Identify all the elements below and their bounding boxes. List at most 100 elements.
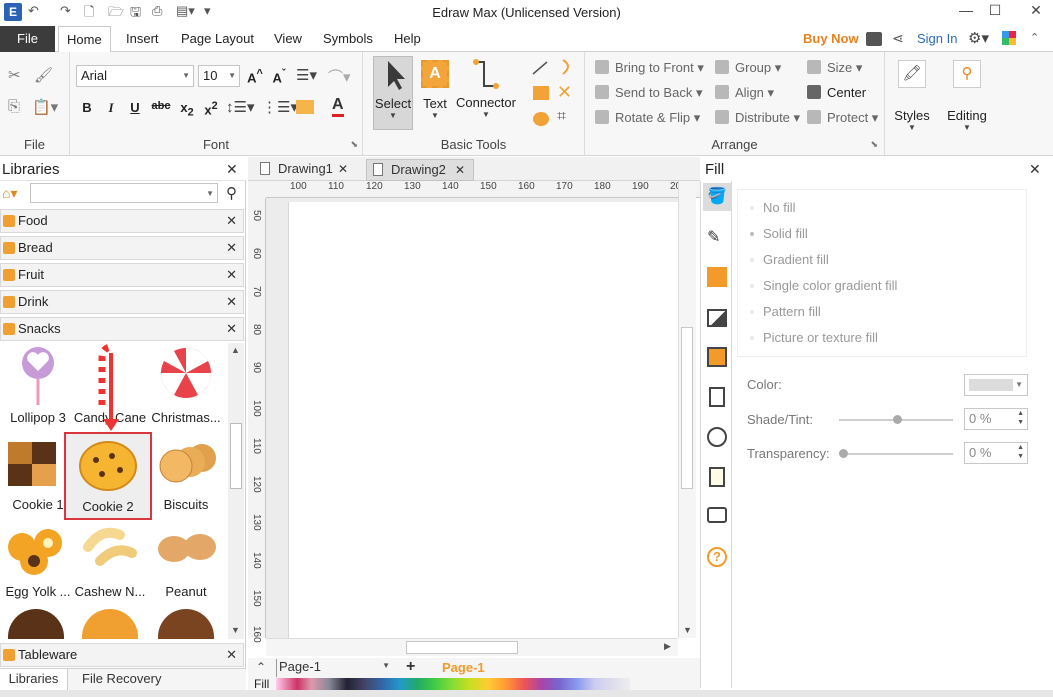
font-color-icon[interactable]: A: [332, 96, 344, 117]
tab-libraries[interactable]: Libraries: [0, 669, 68, 691]
copy-icon[interactable]: ⎘: [8, 98, 20, 115]
library-search-input[interactable]: ▼: [30, 183, 218, 203]
shape-hazelnut-partial[interactable]: [82, 609, 138, 639]
send-to-back-button[interactable]: Send to Back ▾: [595, 83, 702, 103]
shade-tint-input[interactable]: 0 % ▲ ▼: [964, 408, 1028, 430]
shape-truffle-partial[interactable]: [158, 609, 214, 639]
crop-tool-icon[interactable]: ⌗: [557, 108, 566, 126]
protect-button[interactable]: Protect ▾: [807, 108, 878, 128]
shape-cookie-2[interactable]: Cookie 2: [64, 432, 152, 520]
superscript-button[interactable]: x2: [200, 100, 222, 117]
font-size-select[interactable]: 10 ▼: [198, 65, 240, 87]
library-category-fruit[interactable]: Fruit ✕: [0, 263, 244, 287]
close-window-button[interactable]: ✕: [1019, 0, 1053, 22]
fill-tool-icon[interactable]: 🪣: [703, 183, 731, 211]
scroll-right-icon[interactable]: ▶: [664, 641, 671, 652]
tab-drawing1[interactable]: Drawing1 ✕: [254, 159, 358, 181]
tab-insert[interactable]: Insert: [118, 26, 167, 52]
ribbon-collapse-icon[interactable]: ⌃: [1030, 31, 1039, 44]
grow-font-icon[interactable]: A^: [244, 68, 266, 85]
connector-button[interactable]: Connector ▼: [455, 56, 517, 130]
subscript-button[interactable]: x2: [176, 100, 198, 119]
library-category-bread[interactable]: Bread ✕: [0, 236, 244, 260]
app-switch-icon[interactable]: [1002, 31, 1016, 45]
underline-button[interactable]: U: [124, 100, 146, 115]
scroll-thumb[interactable]: [230, 423, 242, 489]
tab-home[interactable]: Home: [58, 26, 111, 53]
shape-christmas-candy[interactable]: Christmas...: [148, 343, 224, 429]
scroll-down-icon[interactable]: ▼: [231, 625, 240, 635]
transparency-input[interactable]: 0 % ▲ ▼: [964, 442, 1028, 464]
canvas-vertical-scrollbar[interactable]: ▼: [678, 181, 696, 638]
close-icon[interactable]: ✕: [226, 644, 237, 666]
align-button[interactable]: Align ▾: [715, 83, 774, 103]
maximize-button[interactable]: ☐: [978, 0, 1012, 22]
drawing-canvas[interactable]: [266, 198, 678, 642]
page-selector[interactable]: Page-1 ▼: [276, 659, 394, 677]
bullets-icon[interactable]: ⋮☰▾: [262, 98, 298, 116]
fill-option-picture[interactable]: Picture or texture fill: [750, 330, 878, 345]
tab-file[interactable]: File: [0, 26, 55, 52]
tab-file-recovery[interactable]: File Recovery: [82, 669, 161, 691]
rectangle-tool-icon[interactable]: [533, 86, 549, 100]
sign-in-link[interactable]: Sign In: [917, 31, 957, 46]
format-painter-icon[interactable]: 🖌: [34, 66, 53, 84]
line-spacing-icon[interactable]: ↕☰▾: [226, 98, 254, 116]
tab-drawing2[interactable]: Drawing2 ✕: [366, 159, 474, 181]
slider-thumb[interactable]: [839, 449, 848, 458]
distribute-button[interactable]: Distribute ▾: [715, 108, 800, 128]
shade-tint-slider[interactable]: [839, 415, 953, 424]
globe-icon[interactable]: [707, 427, 727, 447]
library-category-tableware[interactable]: Tableware ✕: [0, 643, 244, 667]
line-tool-icon[interactable]: [531, 60, 549, 76]
image-icon[interactable]: [707, 309, 727, 327]
library-scrollbar[interactable]: ▲ ▼: [228, 343, 244, 639]
page-properties-icon[interactable]: [709, 387, 725, 407]
ellipse-tool-icon[interactable]: [533, 112, 549, 126]
active-page-tab[interactable]: Page-1: [442, 660, 485, 675]
tab-view[interactable]: View: [266, 26, 310, 52]
fill-option-pattern[interactable]: Pattern fill: [750, 304, 821, 319]
text-shape-icon[interactable]: ⌒▾: [328, 66, 351, 87]
arc-tool-icon[interactable]: [557, 58, 575, 76]
cut-icon[interactable]: ✂: [8, 66, 21, 84]
drawing-page[interactable]: [288, 202, 678, 642]
bold-button[interactable]: B: [76, 100, 98, 115]
size-button[interactable]: Size ▾: [807, 58, 862, 78]
library-category-food[interactable]: Food ✕: [0, 209, 244, 233]
font-name-select[interactable]: Arial ▼: [76, 65, 194, 87]
canvas-horizontal-scrollbar[interactable]: ▶: [266, 638, 678, 656]
home-library-icon[interactable]: ⌂▾: [2, 185, 17, 202]
font-dialog-launcher-icon[interactable]: ⬊: [350, 139, 358, 150]
tab-symbols[interactable]: Symbols: [315, 26, 381, 52]
shape-biscuits[interactable]: Biscuits: [148, 430, 224, 516]
shadow-icon[interactable]: [707, 267, 727, 287]
shape-peanut[interactable]: Peanut: [148, 517, 224, 603]
slider-thumb[interactable]: [893, 415, 902, 424]
close-icon[interactable]: ✕: [226, 161, 238, 178]
scroll-down-icon[interactable]: ▼: [683, 625, 692, 635]
color-palette[interactable]: [276, 678, 630, 690]
layers-icon[interactable]: [707, 347, 727, 367]
fill-option-no-fill[interactable]: No fill: [750, 200, 796, 215]
fill-option-gradient[interactable]: Gradient fill: [750, 252, 829, 267]
group-button[interactable]: Group ▾: [715, 58, 781, 78]
settings-gear-icon[interactable]: ⚙▾: [968, 29, 989, 47]
center-button[interactable]: Center: [807, 83, 866, 103]
license-icon[interactable]: [866, 32, 882, 46]
scroll-thumb[interactable]: [406, 641, 518, 654]
buy-now-link[interactable]: Buy Now: [803, 31, 859, 46]
fill-option-single-gradient[interactable]: Single color gradient fill: [750, 278, 897, 293]
scroll-up-icon[interactable]: ▲: [231, 345, 240, 355]
select-button[interactable]: Select ▼: [373, 56, 413, 130]
fill-option-solid[interactable]: Solid fill: [750, 226, 808, 241]
close-icon[interactable]: ✕: [455, 160, 465, 180]
share-icon[interactable]: ⋖: [892, 30, 904, 47]
styles-button[interactable]: 🖍 Styles ▼: [890, 58, 934, 146]
library-category-drink[interactable]: Drink ✕: [0, 290, 244, 314]
editing-button[interactable]: ⚲ Editing ▼: [944, 58, 990, 146]
add-page-icon[interactable]: +: [406, 658, 415, 676]
search-icon[interactable]: ⚲: [226, 184, 237, 202]
comment-icon[interactable]: [707, 507, 727, 523]
shape-chocolate-partial[interactable]: [8, 609, 64, 639]
